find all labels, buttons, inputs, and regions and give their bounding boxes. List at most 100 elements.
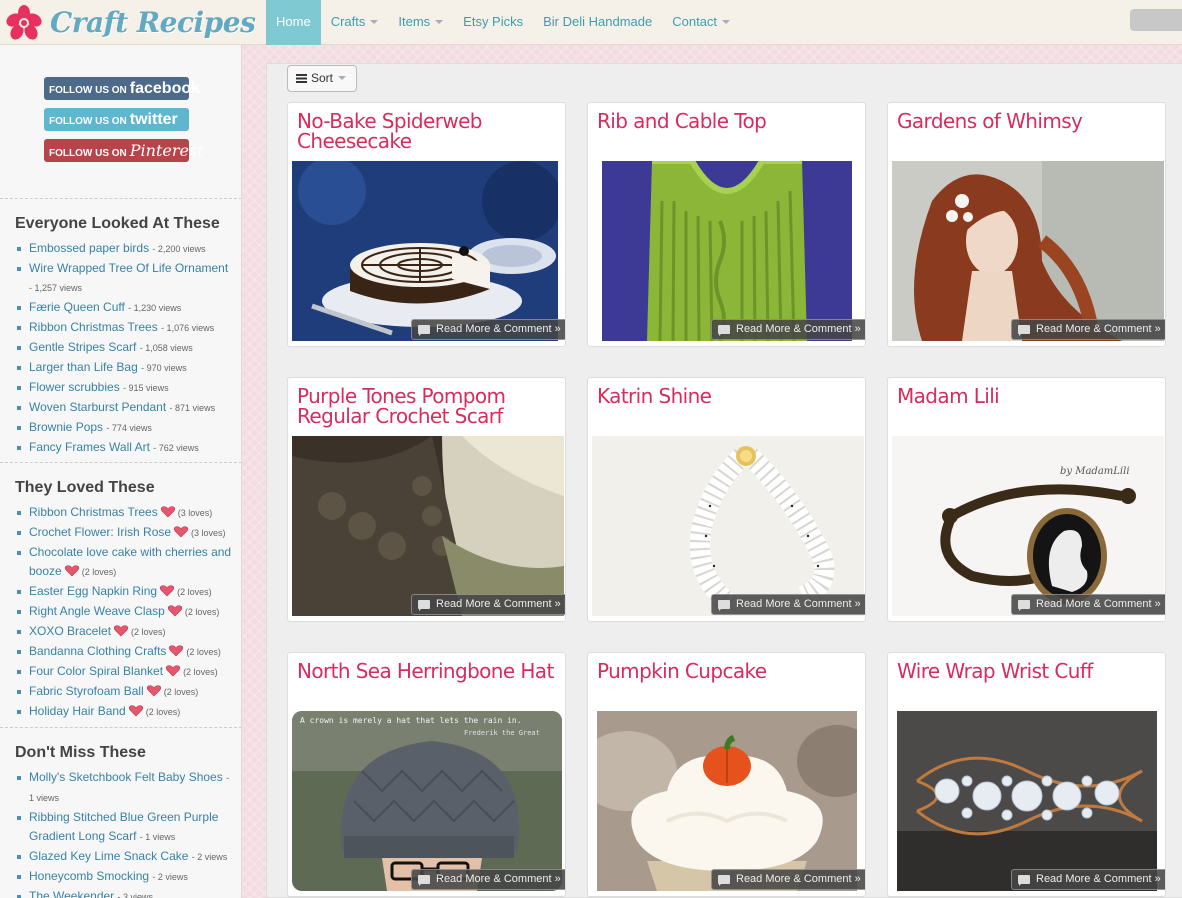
search-input[interactable] (1130, 9, 1182, 31)
list-item-link[interactable]: Chocolate love cake with cherries and bo… (29, 545, 231, 578)
card-image[interactable] (897, 711, 1157, 891)
most-loved-list: Ribbon Christmas Trees (3 loves) Crochet F… (0, 503, 241, 722)
list-item-link[interactable]: Embossed paper birds (29, 241, 149, 255)
card-title[interactable]: Katrin Shine (597, 386, 859, 406)
heart-icon[interactable] (165, 665, 181, 677)
heart-icon[interactable] (113, 625, 129, 637)
follow-twitter-button[interactable]: FOLLOW US ON twitter (44, 108, 189, 131)
list-item-link[interactable]: Flower scrubbies (29, 380, 120, 394)
follow-pinterest-button[interactable]: FOLLOW US ON Pinterest (44, 139, 204, 162)
read-more-button[interactable]: Read More & Comment » (411, 869, 565, 890)
recipe-card[interactable]: North Sea Herringbone Hat A crown is mer… (287, 652, 566, 897)
read-more-button[interactable]: Read More & Comment » (1011, 869, 1165, 890)
nav-items[interactable]: Items (388, 0, 453, 45)
nav-crafts[interactable]: Crafts (321, 0, 389, 45)
item-count: (2 loves) (163, 687, 199, 697)
heart-icon[interactable] (167, 605, 183, 617)
card-image[interactable]: by MadamLili (892, 436, 1164, 616)
read-more-button[interactable]: Read More & Comment » (711, 319, 865, 340)
heart-icon[interactable] (146, 685, 162, 697)
card-title[interactable]: Madam Lili (897, 386, 1159, 406)
list-item-link[interactable]: Ribbon Christmas Trees (29, 505, 158, 519)
comment-icon (418, 600, 430, 611)
recipe-card[interactable]: Wire Wrap Wrist Cuff Read More & Comment (887, 652, 1166, 897)
card-image[interactable] (292, 161, 558, 341)
list-item-link[interactable]: Four Color Spiral Blanket (29, 664, 163, 678)
list-item-link[interactable]: Larger than Life Bag (29, 360, 138, 374)
recipe-card[interactable]: Pumpkin Cupcake Read More & Comment » (587, 652, 866, 897)
card-title[interactable]: North Sea Herringbone Hat (297, 661, 559, 681)
card-image[interactable] (597, 711, 857, 891)
list-icon (296, 74, 307, 83)
card-title[interactable]: Purple Tones Pompom Regular Crochet Scar… (297, 386, 559, 426)
recipe-card[interactable]: Katrin Shine Read More & Comment » (587, 377, 866, 622)
list-item-link[interactable]: Molly's Sketchbook Felt Baby Shoes (29, 770, 223, 784)
item-count: (2 loves) (131, 627, 166, 637)
list-item-link[interactable]: The Weekender (29, 889, 114, 898)
sort-button[interactable]: Sort (287, 65, 357, 92)
list-item: Fabric Styrofoam Ball (2 loves) (15, 682, 241, 702)
list-item-link[interactable]: Crochet Flower: Irish Rose (29, 525, 171, 539)
logo-text: Craft Recipes (50, 6, 256, 39)
read-more-button[interactable]: Read More & Comment » (1011, 319, 1165, 340)
list-item: Larger than Life Bag - 970 views (15, 358, 241, 378)
site-logo[interactable]: Craft Recipes (6, 4, 256, 42)
heart-icon[interactable] (128, 705, 144, 717)
card-image[interactable] (292, 436, 564, 616)
recipe-card[interactable]: Rib and Cable Top Read More & Comment » (587, 102, 866, 347)
list-item-link[interactable]: Right Angle Weave Clasp (29, 604, 165, 618)
scarf-necklace-photo (592, 436, 864, 616)
list-item-link[interactable]: Fabric Styrofoam Ball (29, 684, 144, 698)
card-image[interactable]: A crown is merely a hat that lets the ra… (292, 711, 562, 891)
item-count: - 1 views (139, 832, 176, 842)
heart-icon[interactable] (168, 645, 184, 657)
list-item: Embossed paper birds - 2,200 views (15, 239, 241, 259)
list-item-link[interactable]: XOXO Bracelet (29, 624, 111, 638)
card-image[interactable] (592, 436, 864, 616)
read-more-button[interactable]: Read More & Comment » (711, 869, 865, 890)
list-item-link[interactable]: Bandanna Clothing Crafts (29, 644, 166, 658)
list-item-link[interactable]: Easter Egg Napkin Ring (29, 584, 157, 598)
card-image[interactable] (602, 161, 852, 341)
main-content: Sort No-Bake Spiderweb Cheesecake Read M… (266, 63, 1182, 898)
nav-home[interactable]: Home (266, 0, 321, 45)
list-item-link[interactable]: Ribbon Christmas Trees (29, 320, 158, 334)
recipe-card[interactable]: Purple Tones Pompom Regular Crochet Scar… (287, 377, 566, 622)
list-item-link[interactable]: Ribbing Stitched Blue Green Purple Gradi… (29, 810, 218, 843)
heart-icon[interactable] (159, 585, 175, 597)
list-item: Woven Starburst Pendant - 871 views (15, 398, 241, 418)
list-item-link[interactable]: Gentle Stripes Scarf (29, 340, 136, 354)
list-item-link[interactable]: Woven Starburst Pendant (29, 400, 166, 414)
recipe-card[interactable]: Madam Lili by MadamLili Read More & Comm… (887, 377, 1166, 622)
heart-icon[interactable] (160, 506, 176, 518)
recipe-card[interactable]: No-Bake Spiderweb Cheesecake Read More &… (287, 102, 566, 347)
recipe-card[interactable]: Gardens of Whimsy Read More & Comment » (887, 102, 1166, 347)
nav-bir-deli-handmade[interactable]: Bir Deli Handmade (533, 0, 662, 45)
read-more-button[interactable]: Read More & Comment » (411, 594, 565, 615)
card-title[interactable]: Pumpkin Cupcake (597, 661, 859, 681)
list-item-link[interactable]: Færie Queen Cuff (29, 300, 125, 314)
list-item-link[interactable]: Honeycomb Smocking (29, 869, 149, 883)
flower-logo-icon (6, 5, 42, 40)
list-item-link[interactable]: Wire Wrapped Tree Of Life Ornament (29, 261, 228, 275)
card-title[interactable]: Gardens of Whimsy (897, 111, 1159, 131)
card-image[interactable] (892, 161, 1164, 341)
item-count: (3 loves) (177, 508, 213, 518)
card-title[interactable]: No-Bake Spiderweb Cheesecake (297, 111, 559, 151)
card-title[interactable]: Rib and Cable Top (597, 111, 859, 131)
card-title[interactable]: Wire Wrap Wrist Cuff (897, 661, 1159, 681)
nav-etsy-picks[interactable]: Etsy Picks (453, 0, 533, 45)
follow-facebook-button[interactable]: FOLLOW US ON facebook (44, 77, 200, 100)
list-item-link[interactable]: Fancy Frames Wall Art (29, 440, 150, 454)
list-item-link[interactable]: Holiday Hair Band (29, 704, 126, 718)
item-count: (2 loves) (177, 587, 212, 597)
read-more-button[interactable]: Read More & Comment » (711, 594, 865, 615)
nav-contact[interactable]: Contact (662, 0, 740, 45)
read-more-button[interactable]: Read More & Comment » (411, 319, 565, 340)
list-item-link[interactable]: Brownie Pops (29, 420, 103, 434)
heart-icon[interactable] (64, 565, 80, 577)
heart-icon[interactable] (173, 526, 189, 538)
list-item-link[interactable]: Glazed Key Lime Snack Cake (29, 849, 188, 863)
read-more-button[interactable]: Read More & Comment » (1011, 594, 1165, 615)
list-item: Four Color Spiral Blanket (2 loves) (15, 662, 241, 682)
